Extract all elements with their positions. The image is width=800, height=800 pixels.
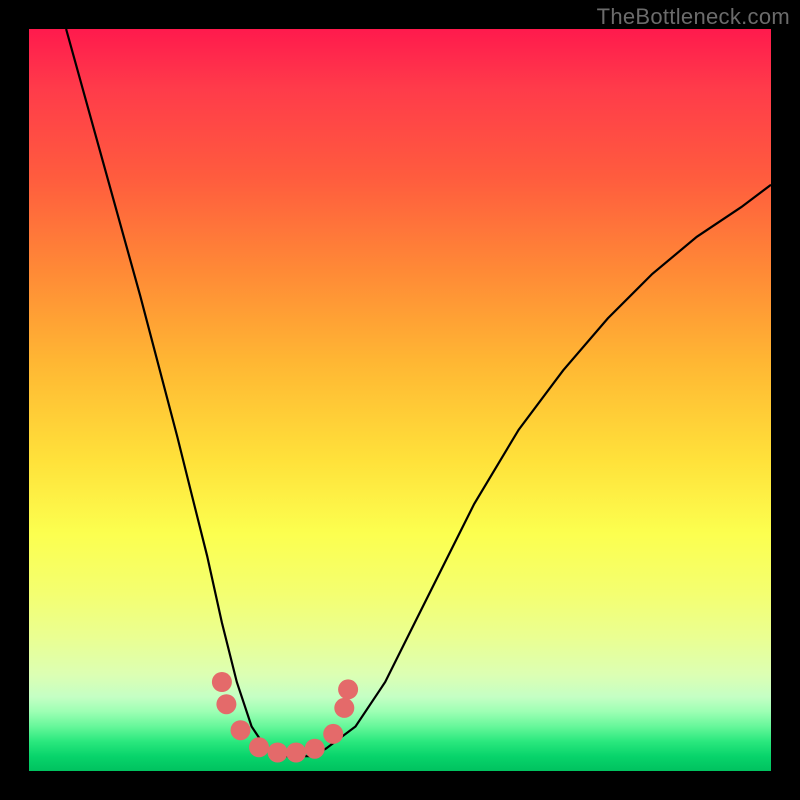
marker-group [212,672,358,763]
curve-marker [334,698,354,718]
curve-marker [249,737,269,757]
curve-line [66,29,771,756]
curve-marker [305,739,325,759]
curve-marker [323,724,343,744]
watermark-text: TheBottleneck.com [597,4,790,30]
curve-marker [231,720,251,740]
chart-area [29,29,771,771]
curve-marker [216,694,236,714]
chart-svg [29,29,771,771]
curve-marker [338,679,358,699]
curve-marker [286,743,306,763]
curve-marker [268,743,288,763]
curve-marker [212,672,232,692]
